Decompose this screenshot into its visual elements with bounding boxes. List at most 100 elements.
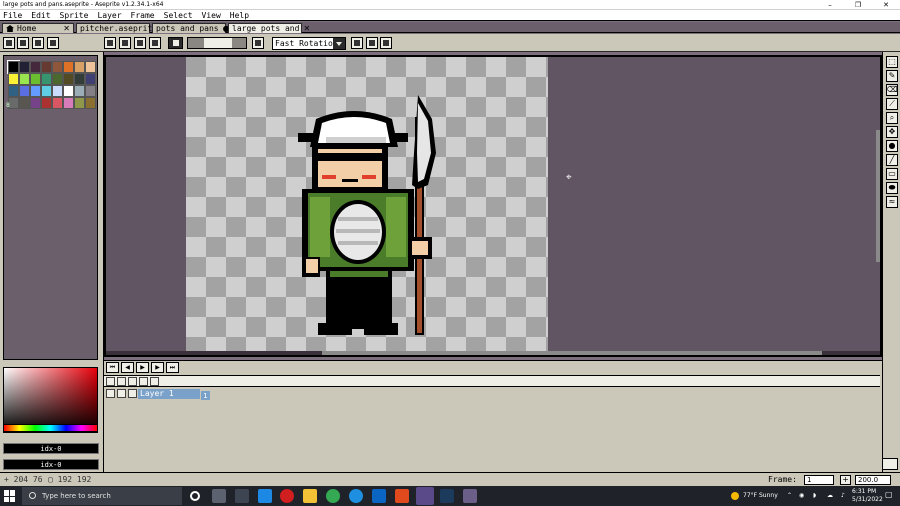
pencil-icon[interactable]: ✎ xyxy=(886,70,898,82)
menu-frame[interactable]: Frame xyxy=(131,10,155,21)
transparent-color-icon[interactable] xyxy=(104,37,116,49)
chrome-icon[interactable] xyxy=(326,489,340,503)
menu-sprite[interactable]: Sprite xyxy=(60,10,89,21)
eraser-icon[interactable]: ⌫ xyxy=(886,84,898,96)
zoom-input[interactable]: 200.0 xyxy=(855,475,891,485)
menu-select[interactable]: Select xyxy=(164,10,193,21)
notification-icon[interactable]: ▢ xyxy=(885,491,893,499)
tab-pitcher[interactable]: pitcher.aseprite ✕ xyxy=(76,23,168,33)
timeline-toggle-icon[interactable] xyxy=(882,458,898,470)
scrollbar-thumb[interactable] xyxy=(322,351,822,355)
menu-edit[interactable]: Edit xyxy=(31,10,50,21)
first-frame-icon[interactable]: ⏮ xyxy=(106,362,119,373)
sprite-canvas[interactable] xyxy=(186,57,548,352)
opaque-icon[interactable] xyxy=(119,37,131,49)
palette-swatch[interactable] xyxy=(74,73,85,85)
blur-icon[interactable]: ≈ xyxy=(886,196,898,208)
file-explorer-icon[interactable] xyxy=(303,489,317,503)
layer-name[interactable]: Layer 1 xyxy=(138,389,200,399)
palette-swatch[interactable] xyxy=(52,85,63,97)
play-icon[interactable]: ▶ xyxy=(136,362,149,373)
palette-swatch[interactable] xyxy=(8,85,19,97)
horizontal-scrollbar[interactable] xyxy=(106,351,880,355)
outlook-icon[interactable] xyxy=(372,489,386,503)
visibility-icon[interactable] xyxy=(106,377,115,386)
selection-intersect-icon[interactable] xyxy=(47,37,59,49)
tray-chevron-icon[interactable]: ⌃ xyxy=(787,492,792,500)
maximize-icon[interactable]: ❐ xyxy=(844,0,872,10)
palette-swatch[interactable] xyxy=(41,73,52,85)
opera-icon[interactable] xyxy=(280,489,294,503)
palette-swatch[interactable] xyxy=(85,61,96,73)
menu-layer[interactable]: Layer xyxy=(97,10,121,21)
close-icon[interactable]: ✕ xyxy=(872,0,900,10)
edge-icon[interactable] xyxy=(349,489,363,503)
lock-icon[interactable] xyxy=(117,377,126,386)
palette-swatch[interactable] xyxy=(19,73,30,85)
palette-swatch[interactable] xyxy=(30,97,41,109)
eye-icon[interactable] xyxy=(106,389,115,398)
palette-swatch[interactable] xyxy=(19,97,30,109)
more-options-icon[interactable] xyxy=(380,37,392,49)
weather-text[interactable]: 77°F Sunny xyxy=(743,492,778,500)
move-icon[interactable]: ✥ xyxy=(886,126,898,138)
aseprite-icon[interactable] xyxy=(416,487,434,505)
grid-pivot-icon[interactable] xyxy=(149,37,161,49)
clock-time[interactable]: 6:31 PM xyxy=(852,488,876,496)
palette-swatch[interactable] xyxy=(63,97,74,109)
palette-swatch[interactable] xyxy=(52,61,63,73)
close-icon[interactable]: ✕ xyxy=(303,24,310,33)
continuous-icon[interactable] xyxy=(128,377,137,386)
selection-subtract-icon[interactable] xyxy=(32,37,44,49)
palette-swatch[interactable] xyxy=(74,61,85,73)
palette-swatch[interactable] xyxy=(74,85,85,97)
last-frame-icon[interactable]: ⏭ xyxy=(166,362,179,373)
network-icon[interactable]: ◉ xyxy=(799,492,804,500)
palette-swatch[interactable] xyxy=(52,73,63,85)
palette-swatch[interactable] xyxy=(63,85,74,97)
palette-swatch[interactable] xyxy=(41,85,52,97)
hue-slider[interactable] xyxy=(3,424,98,432)
volume-icon[interactable]: ◗ xyxy=(813,492,816,500)
line-icon[interactable]: ╱ xyxy=(886,154,898,166)
palette-swatch[interactable] xyxy=(85,97,96,109)
tolerance-slider[interactable] xyxy=(187,37,247,49)
windows-start-icon[interactable] xyxy=(4,490,16,502)
office-icon[interactable] xyxy=(395,489,409,503)
layer-row[interactable]: Layer 1 xyxy=(104,388,214,424)
pixel-grid-icon[interactable] xyxy=(252,37,264,49)
tab-home[interactable]: Home ✕ xyxy=(2,23,74,33)
ellipse-icon[interactable]: ⬬ xyxy=(886,182,898,194)
taskbar-search[interactable]: Type here to search xyxy=(22,487,182,505)
transform-icon[interactable] xyxy=(351,37,363,49)
onion-skin-icon[interactable] xyxy=(150,377,159,386)
selection-add-icon[interactable] xyxy=(17,37,29,49)
add-frame-button[interactable]: + xyxy=(840,475,851,485)
task-view-icon[interactable] xyxy=(212,489,226,503)
palette-swatch[interactable] xyxy=(63,61,74,73)
lock-icon[interactable] xyxy=(3,37,15,49)
menu-file[interactable]: File xyxy=(3,10,22,21)
palette-swatch[interactable] xyxy=(52,97,63,109)
previous-frame-icon[interactable]: ◀ xyxy=(121,362,134,373)
palette-swatch[interactable] xyxy=(41,97,52,109)
palette-swatch[interactable] xyxy=(85,85,96,97)
palette-swatch[interactable] xyxy=(19,85,30,97)
steam-icon[interactable] xyxy=(440,489,454,503)
palette-swatch[interactable] xyxy=(41,61,52,73)
zoom-icon[interactable]: ⌕ xyxy=(886,112,898,124)
mask-color-icon[interactable] xyxy=(168,37,183,49)
palette-swatch[interactable] xyxy=(63,73,74,85)
next-frame-icon[interactable]: ▶ xyxy=(151,362,164,373)
palette-swatch[interactable] xyxy=(7,60,20,74)
eyedropper-icon[interactable]: ⟋ xyxy=(886,98,898,110)
slider-handle[interactable] xyxy=(204,38,232,48)
vertical-scrollbar[interactable] xyxy=(876,130,880,262)
foreground-color-index[interactable]: idx-0 xyxy=(3,443,99,454)
chevron-down-icon[interactable] xyxy=(333,38,345,49)
close-icon[interactable]: ✕ xyxy=(63,24,70,33)
speaker-icon[interactable]: ♪ xyxy=(841,492,845,500)
palette-swatch[interactable] xyxy=(85,73,96,85)
palette-swatch[interactable] xyxy=(19,61,30,73)
aseprite-second-icon[interactable] xyxy=(463,489,477,503)
